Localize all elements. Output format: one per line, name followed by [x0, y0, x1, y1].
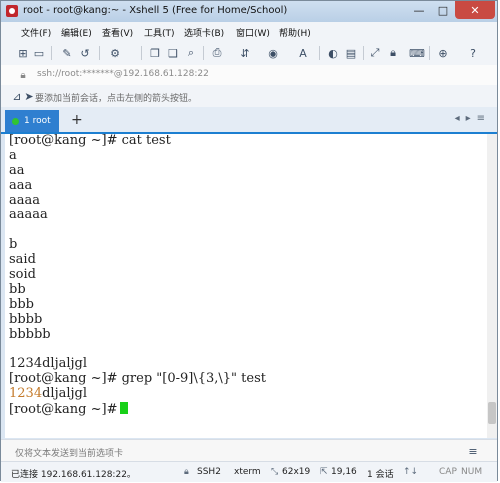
tab-bar: 1 root + ◂▸≡	[1, 107, 497, 134]
toolbar-divider	[99, 46, 100, 60]
hint-bar: ⊿ ➤ 要添加当前会话，点击左侧的箭头按钮。	[1, 85, 497, 108]
lock-icon[interactable]: 🔒︎	[385, 45, 401, 61]
session-count: 1 会话	[367, 470, 394, 480]
status-bar: 已连接 192.168.61.128:22。 🔒︎ SSH2 xterm ⤡ 6…	[1, 461, 497, 482]
menu-icon[interactable]: ≡	[465, 443, 481, 459]
resize-icon: ⤡	[271, 467, 279, 477]
protocol: SSH2	[197, 467, 221, 477]
prompt-line: [root@kang ~]#	[5, 402, 487, 417]
copy-icon[interactable]: ❐	[147, 45, 163, 61]
terminal-size: 62x19	[282, 467, 311, 477]
terminal-line: [root@kang ~]# cat test	[9, 133, 171, 148]
reconnect-icon[interactable]: ✎	[59, 45, 75, 61]
terminal-line: bbbb	[9, 311, 43, 327]
find-icon[interactable]: ⌕	[183, 45, 199, 61]
hint-text: 要添加当前会话，点击左侧的箭头按钮。	[35, 94, 198, 104]
toolbar-divider	[319, 46, 320, 60]
terminal-line: aaaaa	[9, 207, 48, 223]
terminal-line: aaaa	[9, 192, 41, 208]
cursor-position-icon: ⇱	[320, 467, 328, 477]
menu-tabs[interactable]: 选项卡(B)	[184, 26, 224, 39]
maximize-button[interactable]: □	[431, 1, 455, 19]
tab-root[interactable]: 1 root	[5, 110, 59, 132]
menu-file[interactable]: 文件(F)	[21, 26, 51, 39]
properties-icon[interactable]: ⚙	[107, 45, 123, 61]
terminal-type: xterm	[234, 467, 261, 477]
lock-icon: 🔒︎	[184, 467, 189, 477]
tab-scroll-arrows[interactable]: ◂▸≡	[455, 113, 491, 124]
open-folder-icon[interactable]: ▭	[31, 45, 47, 61]
add-tab-button[interactable]: +	[71, 112, 83, 128]
address-bar[interactable]: 🔒︎ ssh://root:*******@192.168.61.128:22	[1, 65, 497, 86]
arrow-icons[interactable]: ↑↓	[403, 467, 418, 477]
window-title: root - root@kang:~ - Xshell 5 (Free for …	[23, 5, 288, 16]
add-tab-icon[interactable]: ⊕	[435, 45, 451, 61]
toolbar: ⊞ ▭ ✎ ↺ ⚙ ❐ ❑ ⌕ ⎙ ⇵ ◉ A ◐ ▤ ⤢ 🔒︎ ⌨ ⊕ ?	[1, 41, 497, 66]
scrollbar-thumb[interactable]	[488, 402, 496, 424]
terminal-line: a	[9, 147, 17, 163]
menu-bar: 文件(F) 编辑(E) 查看(V) 工具(T) 选项卡(B) 窗口(W) 帮助(…	[1, 22, 497, 42]
grep-match: 1234	[9, 386, 43, 402]
terminal-line: bb	[9, 281, 26, 297]
disconnect-icon[interactable]: ↺	[77, 45, 93, 61]
prompt: [root@kang ~]#	[9, 402, 118, 418]
xshell-app-icon	[6, 5, 18, 17]
terminal-line: 1234dljaljgl	[9, 356, 88, 372]
menu-window[interactable]: 窗口(W)	[236, 26, 270, 39]
script-icon[interactable]: ▤	[343, 45, 359, 61]
terminal-screen[interactable]: [root@kang ~]# cat test a aa aaa aaaa aa…	[5, 133, 487, 438]
help-icon[interactable]: ?	[465, 45, 481, 61]
menu-tools[interactable]: 工具(T)	[144, 26, 175, 39]
window-controls: — □ ✕	[407, 1, 495, 19]
toolbar-divider	[51, 46, 52, 60]
app-window: root - root@kang:~ - Xshell 5 (Free for …	[0, 0, 498, 482]
close-button[interactable]: ✕	[455, 1, 495, 19]
terminal-line: said	[9, 252, 36, 268]
tab-label: 1 root	[24, 116, 51, 126]
terminal-line: aaa	[9, 177, 33, 193]
transfer-icon[interactable]: ⇵	[237, 45, 253, 61]
compose-icon[interactable]: ◐	[325, 45, 341, 61]
compose-placeholder: 仅将文本发送到当前选项卡	[15, 449, 124, 459]
paste-icon[interactable]: ❑	[165, 45, 181, 61]
lock-icon: 🔒︎	[20, 69, 26, 81]
globe-icon[interactable]: ◉	[265, 45, 281, 61]
toolbar-divider	[363, 46, 364, 60]
toolbar-divider	[141, 46, 142, 60]
minimize-button[interactable]: —	[407, 1, 431, 19]
grep-match-rest: dljaljgl	[42, 386, 88, 402]
terminal-line: bbb	[9, 296, 34, 312]
terminal-line: [root@kang ~]# grep "[0-9]\{3,\}" test	[9, 371, 266, 387]
address-text: ssh://root:*******@192.168.61.128:22	[37, 69, 209, 79]
terminal-line: soid	[9, 267, 36, 283]
terminal-line: bbbbb	[9, 326, 51, 342]
new-session-icon[interactable]: ⊞	[15, 45, 31, 61]
num-lock-indicator: NUM	[461, 467, 483, 477]
title-bar: root - root@kang:~ - Xshell 5 (Free for …	[1, 1, 497, 22]
font-icon[interactable]: A	[295, 45, 311, 61]
toolbar-divider	[203, 46, 204, 60]
connection-status: 已连接 192.168.61.128:22。	[11, 470, 136, 480]
keyboard-icon[interactable]: ⌨	[409, 45, 425, 61]
terminal-line: b	[9, 237, 18, 253]
menu-view[interactable]: 查看(V)	[102, 26, 133, 39]
terminal-cursor	[120, 402, 129, 415]
cursor-position: 19,16	[331, 467, 357, 477]
compose-bar[interactable]: 仅将文本发送到当前选项卡 ≡	[1, 439, 497, 462]
terminal-line: aa	[9, 162, 25, 178]
fullscreen-icon[interactable]: ⤢	[367, 45, 383, 61]
menu-help[interactable]: 帮助(H)	[279, 26, 311, 39]
terminal-scrollbar[interactable]	[487, 134, 497, 438]
connected-status-icon	[12, 117, 19, 125]
toolbar-divider	[429, 46, 430, 60]
menu-edit[interactable]: 编辑(E)	[61, 26, 92, 39]
grep-result-line: 1234dljaljgl	[5, 386, 487, 402]
caps-lock-indicator: CAP	[439, 467, 457, 477]
print-icon[interactable]: ⎙	[209, 45, 225, 61]
